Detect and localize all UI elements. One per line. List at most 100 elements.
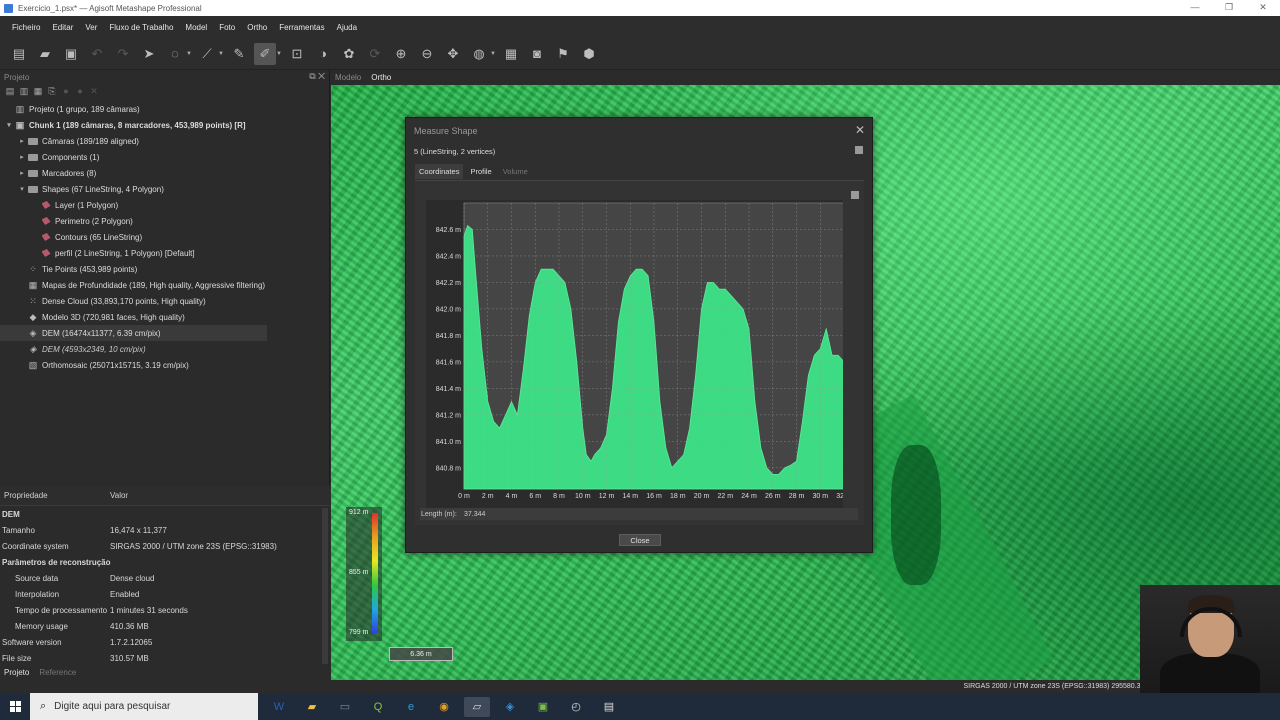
add-chunk-icon[interactable]: ▤ [3, 86, 17, 97]
property-row[interactable]: Tamanho 16,474 x 11,377 [0, 522, 330, 538]
redo-icon[interactable]: ↷ [112, 43, 134, 65]
add-photos-icon[interactable]: ▥ [17, 86, 31, 97]
tree-item[interactable]: ◈ DEM (4593x2349, 10 cm/pix) [0, 341, 330, 357]
add-folder-icon[interactable]: ▦ [31, 86, 45, 97]
start-button[interactable] [0, 693, 30, 720]
tree-item[interactable]: Contours (65 LineString) [0, 229, 330, 245]
tab-coordinates[interactable]: Coordinates [415, 164, 464, 179]
property-column-header[interactable]: Propriedade [0, 491, 110, 500]
ruler-icon[interactable]: ✎ [228, 43, 250, 65]
menu-ajuda[interactable]: Ajuda [337, 23, 357, 32]
bookmark-icon[interactable]: ⬢ [578, 43, 600, 65]
tab-projeto[interactable]: Projeto [4, 668, 29, 677]
crop-icon[interactable]: ⊡ [286, 43, 308, 65]
tree-item[interactable]: ⁙ Dense Cloud (33,893,170 points, High qu… [0, 293, 330, 309]
menu-fluxo-de-trabalho[interactable]: Fluxo de Trabalho [109, 23, 173, 32]
chevron-down-icon[interactable]: ▾ [17, 185, 27, 193]
tree-item[interactable]: ▸ Components (1) [0, 149, 330, 165]
tab-profile[interactable]: Profile [466, 164, 495, 179]
tree-item[interactable]: ▾ ▣ Chunk 1 (189 câmaras, 8 marcadores, 45… [0, 117, 330, 133]
tree-item[interactable]: perfil (2 LineString, 1 Polygon) [Defaul… [0, 245, 330, 261]
grid-icon[interactable]: ▦ [500, 43, 522, 65]
close-window-icon[interactable]: ✕ [1246, 0, 1280, 16]
menu-ficheiro[interactable]: Ficheiro [12, 23, 40, 32]
chevron-right-icon[interactable]: ▸ [17, 137, 27, 145]
tree-item[interactable]: ⁘ Tie Points (453,989 points) [0, 261, 330, 277]
close-button[interactable]: Close [619, 534, 661, 546]
menu-ferramentas[interactable]: Ferramentas [279, 23, 324, 32]
tree-item[interactable]: Perimetro (2 Polygon) [0, 213, 330, 229]
remove-icon[interactable]: ✕ [87, 86, 101, 97]
save-icon[interactable] [855, 146, 863, 154]
chevron-down-icon[interactable]: ▼ [490, 51, 496, 57]
tree-item[interactable]: ▾ Shapes (67 LineString, 4 Polygon) [0, 181, 330, 197]
move-icon[interactable]: ✥ [442, 43, 464, 65]
palette-icon[interactable]: ✿ [338, 43, 360, 65]
tree-item[interactable]: ▦ Mapas de Profundidade (189, High qualit… [0, 277, 330, 293]
menu-model[interactable]: Model [185, 23, 207, 32]
camera-icon[interactable]: ◙ [526, 43, 548, 65]
menu-ver[interactable]: Ver [85, 23, 97, 32]
navigation-icon[interactable]: ➤ [138, 43, 160, 65]
disable-icon[interactable]: ● [73, 86, 87, 96]
menu-editar[interactable]: Editar [52, 23, 73, 32]
properties-scrollbar[interactable] [322, 508, 328, 668]
tree-item[interactable]: ▥ Projeto (1 grupo, 189 câmaras) [0, 101, 330, 117]
refresh-icon[interactable]: ⟳ [364, 43, 386, 65]
chevron-down-icon[interactable]: ▾ [4, 121, 14, 129]
tree-item[interactable]: ▧ Orthomosaic (25071x15715, 3.19 cm/pix) [0, 357, 330, 373]
property-row[interactable]: Tempo de processamento 1 minutes 31 secon… [0, 602, 330, 618]
measure-icon[interactable]: ⟋ [196, 43, 218, 65]
enable-icon[interactable]: ● [59, 86, 73, 96]
android-icon[interactable]: ▣ [530, 697, 556, 717]
tab-reference[interactable]: Reference [39, 668, 76, 677]
minimize-icon[interactable]: — [1178, 0, 1212, 16]
property-row[interactable]: Parâmetros de reconstrução [0, 554, 330, 570]
panel-float-close-icon[interactable]: ⧉ ✕ [309, 71, 325, 82]
chevron-down-icon[interactable]: ▼ [186, 51, 192, 57]
property-row[interactable]: Source data Dense cloud [0, 570, 330, 586]
new-project-icon[interactable]: ▤ [8, 43, 30, 65]
tree-item[interactable]: ◆ Modelo 3D (720,981 faces, High quality) [0, 309, 330, 325]
draw-shape-icon[interactable]: ✐ [254, 42, 276, 65]
tab-modelo[interactable]: Modelo [335, 73, 361, 82]
media-icon[interactable]: ▭ [332, 697, 358, 717]
explorer-icon[interactable]: ▰ [299, 697, 325, 717]
close-icon[interactable]: ✕ [855, 123, 865, 137]
export-profile-icon[interactable] [851, 191, 859, 199]
clock-icon[interactable]: ◴ [563, 697, 589, 717]
zoom-in-icon[interactable]: ⊕ [390, 43, 412, 65]
globe-icon[interactable]: ◍ [468, 43, 490, 65]
chevron-right-icon[interactable]: ▸ [17, 153, 27, 161]
word-icon[interactable]: W [266, 697, 292, 717]
property-row[interactable]: Software version 1.7.2.12065 [0, 634, 330, 650]
qgis-icon[interactable]: Q [365, 697, 391, 717]
chevron-down-icon[interactable]: ▼ [218, 51, 224, 57]
edge-icon[interactable]: e [398, 697, 424, 717]
python-icon[interactable]: ◈ [497, 697, 523, 717]
menu-foto[interactable]: Foto [219, 23, 235, 32]
tree-item[interactable]: ▸ Marcadores (8) [0, 165, 330, 181]
tab-ortho[interactable]: Ortho [371, 73, 391, 82]
value-column-header[interactable]: Valor [110, 491, 128, 500]
undo-icon[interactable]: ↶ [86, 43, 108, 65]
maximize-icon[interactable]: ❐ [1212, 0, 1246, 16]
metashape-icon[interactable]: ▱ [464, 696, 490, 717]
property-row[interactable]: Coordinate system SIRGAS 2000 / UTM zone … [0, 538, 330, 554]
attach-icon[interactable]: ⎘ [45, 86, 59, 97]
save-project-icon[interactable]: ▣ [60, 43, 82, 65]
contrast-icon[interactable]: ◑ [312, 43, 334, 65]
zoom-out-icon[interactable]: ⊖ [416, 43, 438, 65]
chevron-right-icon[interactable]: ▸ [17, 169, 27, 177]
property-row[interactable]: Memory usage 410.36 MB [0, 618, 330, 634]
property-row[interactable]: DEM [0, 506, 330, 522]
property-row[interactable]: Interpolation Enabled [0, 586, 330, 602]
rotate-selection-icon[interactable]: ◌ [164, 43, 186, 65]
chrome-icon[interactable]: ◉ [431, 697, 457, 717]
tree-item[interactable]: ▸ Câmaras (189/189 aligned) [0, 133, 330, 149]
taskbar-search[interactable]: ⌕ Digite aqui para pesquisar [30, 693, 258, 720]
tab-volume[interactable]: Volume [499, 164, 532, 179]
flag-icon[interactable]: ⚑ [552, 43, 574, 65]
open-project-icon[interactable]: ▰ [34, 43, 56, 65]
files-icon[interactable]: ▤ [596, 697, 622, 717]
